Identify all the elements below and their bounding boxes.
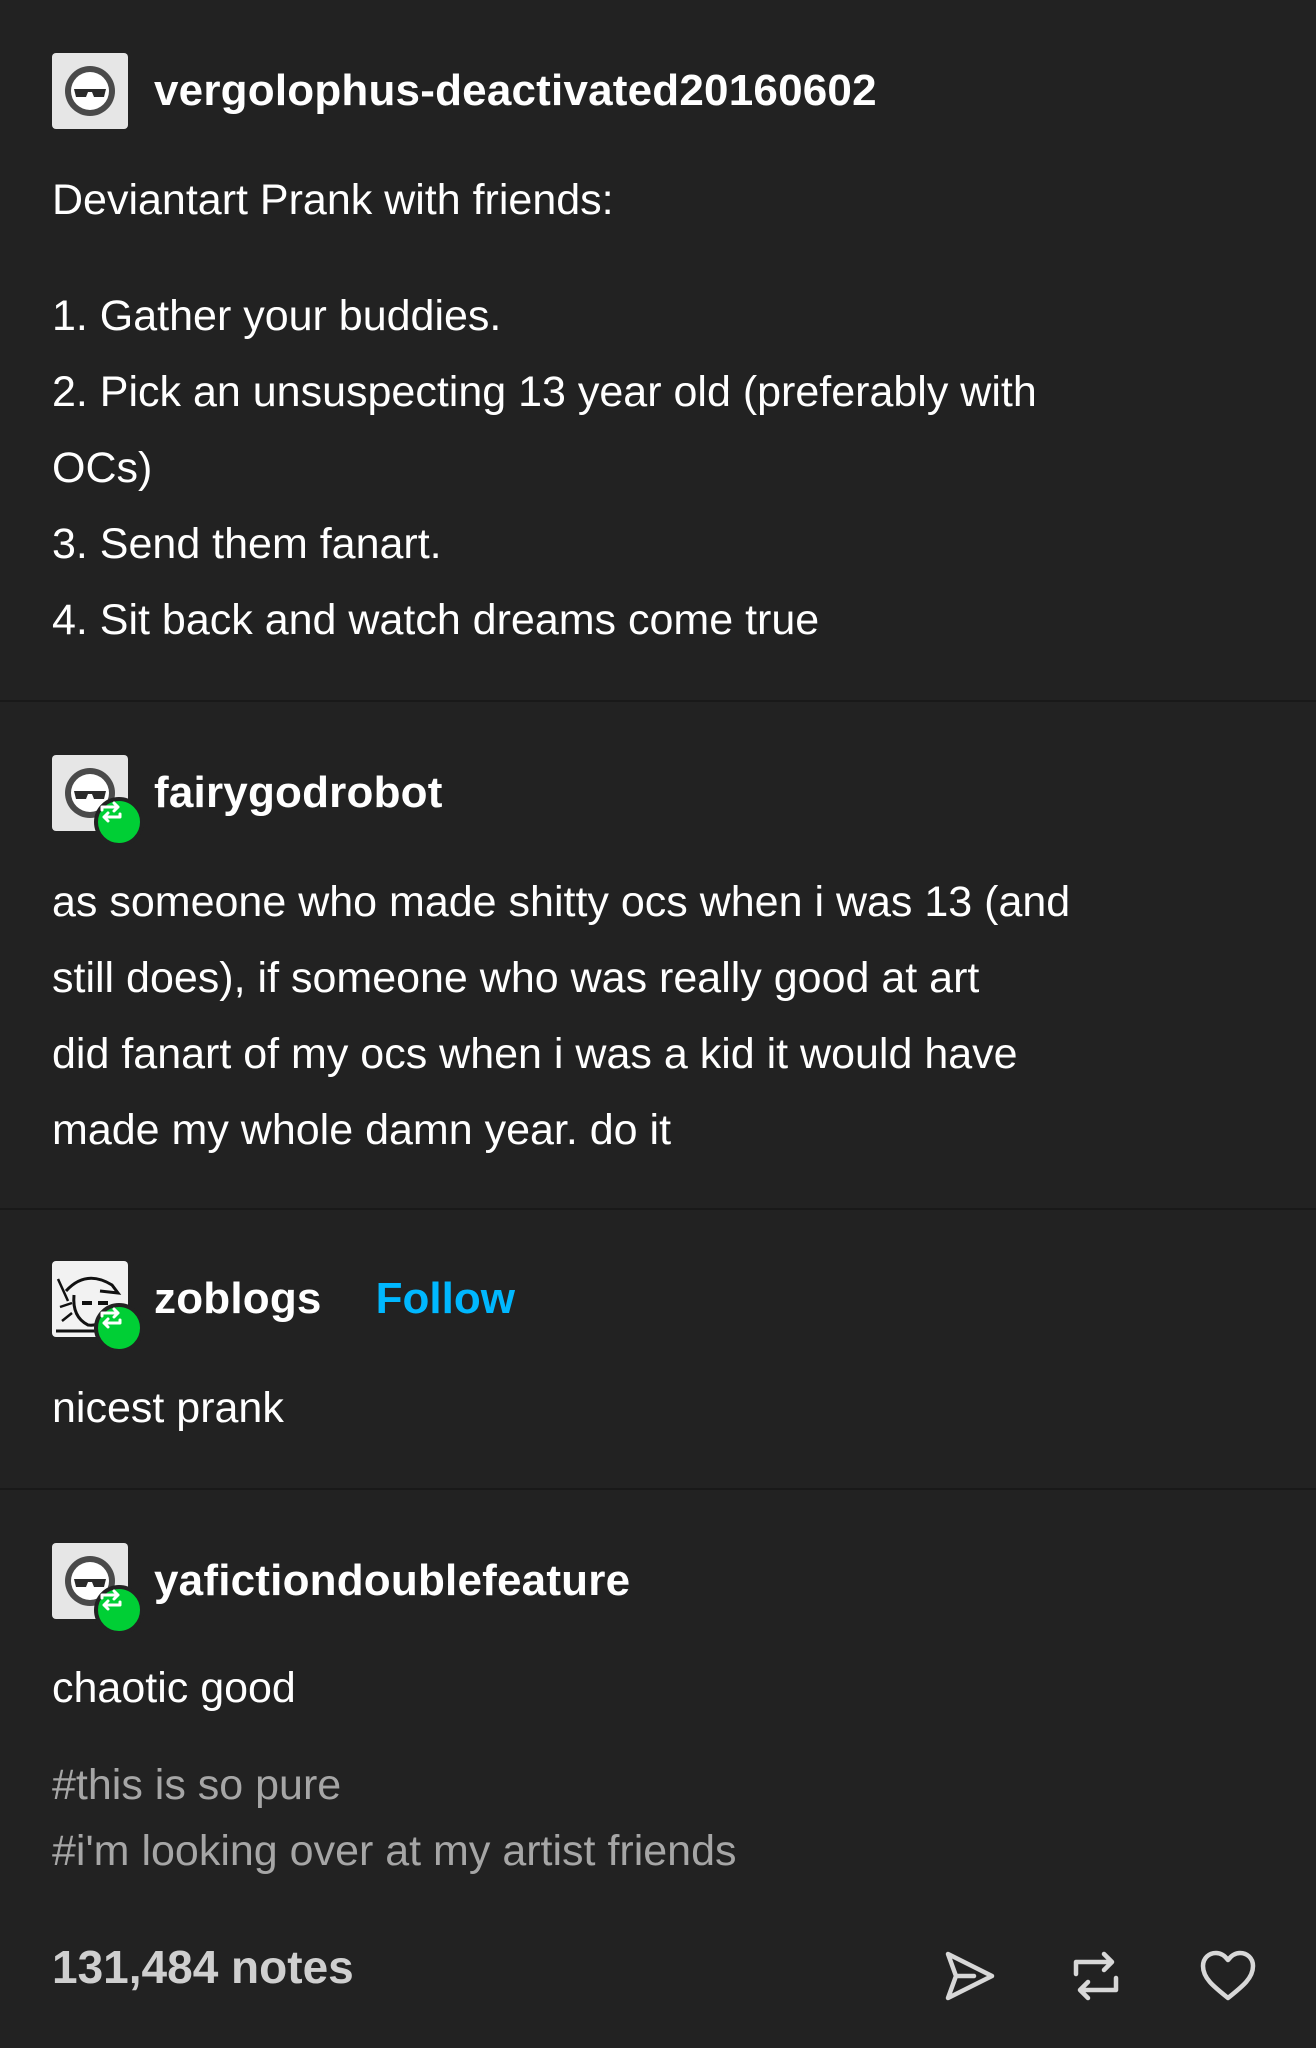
username[interactable]: yafictiondoublefeature bbox=[154, 1556, 630, 1606]
reblog-post: fairygodrobot as someone who made shitty… bbox=[0, 702, 1316, 1208]
text-line: Deviantart Prank with friends: bbox=[52, 176, 614, 224]
post-header: yafictiondoublefeature bbox=[52, 1542, 630, 1635]
post-body: chaotic good bbox=[52, 1650, 1272, 1726]
reblog-button[interactable] bbox=[1064, 1944, 1128, 2008]
username[interactable]: zoblogs bbox=[154, 1274, 322, 1324]
share-icon bbox=[945, 1951, 995, 2001]
post-body: nicest prank bbox=[52, 1370, 1272, 1446]
text-line: 3. Send them fanart. bbox=[52, 520, 442, 568]
text-line: OCs) bbox=[52, 444, 153, 492]
tag[interactable]: #this is so pure bbox=[52, 1752, 1272, 1818]
post-body: as someone who made shitty ocs when i wa… bbox=[52, 864, 1272, 1168]
avatar[interactable] bbox=[52, 755, 144, 847]
username[interactable]: fairygodrobot bbox=[154, 768, 443, 818]
notes-count[interactable]: 131,484 notes bbox=[52, 1940, 354, 1994]
follow-button[interactable]: Follow bbox=[376, 1274, 515, 1324]
post-header: vergolophus-deactivated20160602 bbox=[52, 52, 877, 130]
reblog-post: zoblogs Follow nicest prank bbox=[0, 1210, 1316, 1488]
post-header: fairygodrobot bbox=[52, 754, 443, 847]
text-line: nicest prank bbox=[52, 1384, 284, 1432]
tag-list: #this is so pure #i'm looking over at my… bbox=[52, 1752, 1272, 1884]
avatar[interactable] bbox=[52, 1543, 144, 1635]
avatar[interactable] bbox=[52, 53, 128, 129]
text-line: did fanart of my ocs when i was a kid it… bbox=[52, 1030, 1018, 1078]
reblog-badge-icon bbox=[94, 1585, 144, 1635]
tag[interactable]: #i'm looking over at my artist friends bbox=[52, 1818, 1272, 1884]
text-line: chaotic good bbox=[52, 1664, 296, 1712]
reblog-badge-icon bbox=[94, 1303, 144, 1353]
avatar[interactable] bbox=[52, 1261, 144, 1353]
post-header: zoblogs Follow bbox=[52, 1260, 515, 1353]
share-button[interactable] bbox=[938, 1944, 1002, 2008]
reblog-badge-icon bbox=[94, 797, 144, 847]
text-line: still does), if someone who was really g… bbox=[52, 954, 980, 1002]
post-body-list: 1. Gather your buddies. 2. Pick an unsus… bbox=[52, 278, 1272, 658]
reblog-icon bbox=[1073, 1951, 1119, 2001]
text-line: as someone who made shitty ocs when i wa… bbox=[52, 878, 1071, 926]
text-line: 1. Gather your buddies. bbox=[52, 292, 502, 340]
like-button[interactable] bbox=[1196, 1944, 1260, 2008]
sunglasses-avatar-icon bbox=[65, 66, 115, 116]
username[interactable]: vergolophus-deactivated20160602 bbox=[154, 66, 877, 116]
post-body: Deviantart Prank with friends: bbox=[52, 162, 1272, 238]
heart-icon bbox=[1200, 1950, 1256, 2001]
text-line: 2. Pick an unsuspecting 13 year old (pre… bbox=[52, 368, 1037, 416]
text-line: 4. Sit back and watch dreams come true bbox=[52, 596, 820, 644]
post-original: vergolophus-deactivated20160602 Devianta… bbox=[0, 0, 1316, 700]
text-line: made my whole damn year. do it bbox=[52, 1106, 672, 1154]
